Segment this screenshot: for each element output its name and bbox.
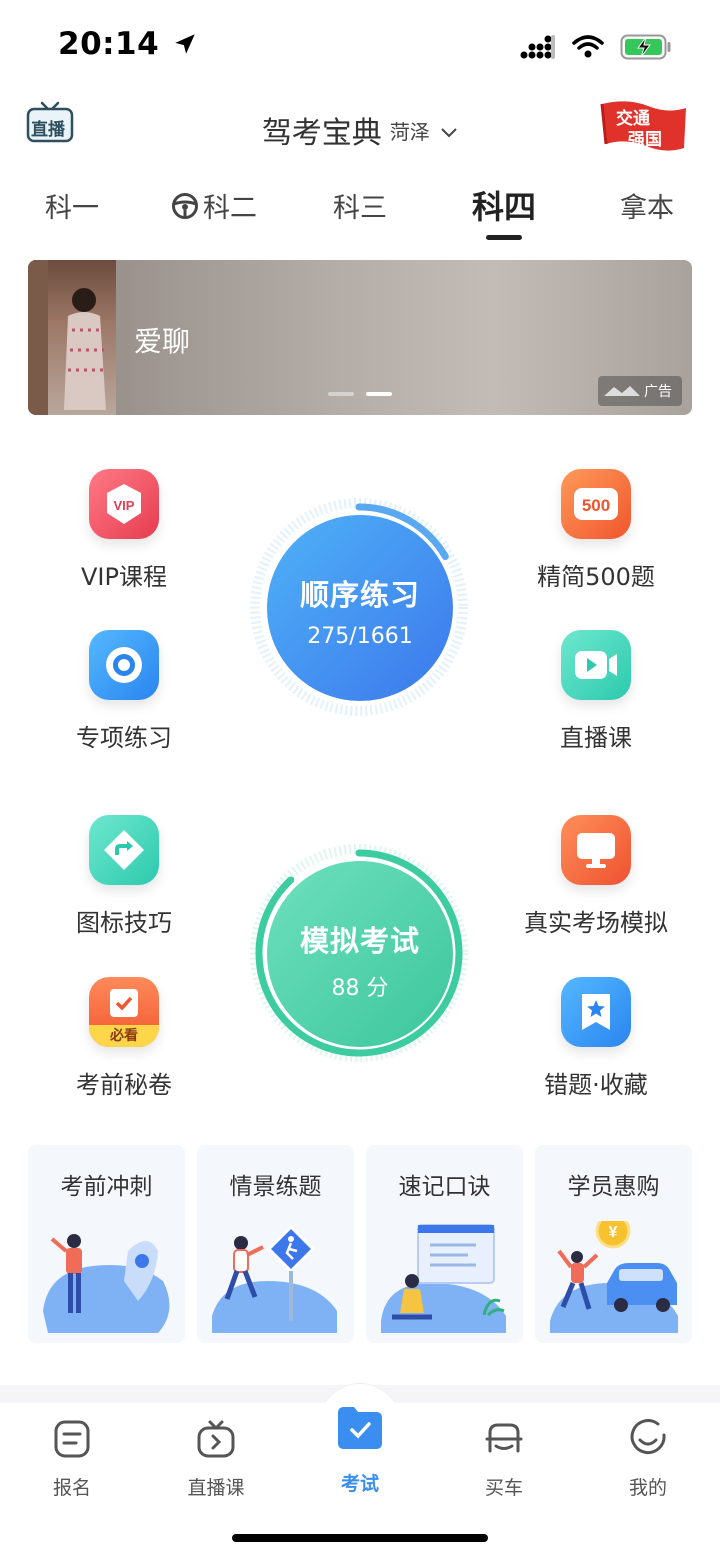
nav-label: 直播课	[187, 1477, 245, 1499]
car-coin-illustration: ¥	[550, 1221, 678, 1333]
vip-badge-icon: VIP	[89, 469, 159, 539]
nav-exam[interactable]: 考试	[300, 1405, 420, 1496]
sequential-practice-progress: 275/1661	[307, 624, 413, 649]
sign-tips-button[interactable]: 图标技巧	[29, 815, 219, 938]
sign-tips-label: 图标技巧	[76, 909, 172, 937]
nav-label: 考试	[340, 1473, 379, 1495]
pagination-dot	[328, 392, 354, 396]
pre-exam-secret-button[interactable]: 必看 考前秘卷	[29, 977, 219, 1100]
battery-charging-icon	[620, 34, 671, 60]
tab-subject-four[interactable]: 科四	[472, 182, 536, 228]
pedestrian-sign-illustration	[212, 1224, 337, 1333]
turn-sign-icon	[89, 815, 159, 885]
tab-subject-two[interactable]: 科二	[171, 186, 257, 225]
sequential-practice-title: 顺序练习	[299, 578, 420, 612]
banner-pagination	[328, 392, 392, 396]
ad-banner[interactable]: 爱聊 广告	[28, 260, 692, 415]
board-illustration	[381, 1224, 506, 1333]
banner-photo	[28, 260, 116, 415]
tab-subject-one[interactable]: 科一	[45, 186, 99, 225]
smile-face-icon	[630, 1419, 666, 1455]
nav-label: 我的	[628, 1477, 667, 1499]
card-scenario-practice[interactable]: 情景练题	[197, 1145, 354, 1343]
svg-text:500: 500	[582, 496, 610, 515]
city-selector[interactable]: 菏泽	[390, 120, 458, 144]
ad-logo-icon	[604, 386, 640, 396]
tv-play-icon	[197, 1420, 235, 1458]
mock-exam-title: 模拟考试	[299, 924, 420, 958]
500-badge-icon: 500	[561, 469, 631, 539]
video-camera-icon	[561, 630, 631, 700]
card-pre-exam-sprint[interactable]: 考前冲刺	[28, 1145, 185, 1343]
chevron-down-icon	[441, 128, 457, 138]
vip-course-label: VIP课程	[81, 563, 167, 591]
nav-label: 报名	[52, 1477, 91, 1499]
target-icon	[89, 630, 159, 700]
card-title: 考前冲刺	[60, 1174, 153, 1200]
nav-live-course[interactable]: 直播课	[156, 1419, 276, 1500]
special-practice-button[interactable]: 专项练习	[29, 630, 219, 753]
live-course-button[interactable]: 直播课	[501, 630, 691, 753]
status-indicators	[520, 30, 672, 64]
vip-course-button[interactable]: VIP VIP课程	[29, 469, 219, 592]
svg-text:VIP: VIP	[114, 498, 135, 513]
tab-active-indicator	[486, 235, 522, 240]
steering-wheel-icon	[172, 192, 198, 219]
monitor-icon	[561, 815, 631, 885]
app-name: 驾考宝典	[261, 116, 382, 151]
traffic-power-badge[interactable]: 交通 强国	[598, 98, 690, 158]
flag-text-line2: 强国	[628, 130, 662, 150]
subject-tabs: 科一 科二 科三 科四 拿本	[0, 178, 720, 248]
pagination-dot-active	[366, 392, 392, 396]
special-practice-label: 专项练习	[76, 724, 172, 752]
cellular-signal-icon	[520, 35, 555, 59]
real-exam-sim-button[interactable]: 真实考场模拟	[501, 815, 691, 938]
card-mnemonics[interactable]: 速记口诀	[366, 1145, 523, 1343]
nav-buy-car[interactable]: 买车	[444, 1419, 564, 1500]
form-icon	[54, 1420, 90, 1458]
simplified-500-label: 精简500题	[537, 563, 655, 591]
banner-title: 爱聊	[134, 325, 191, 358]
card-title: 学员惠购	[567, 1174, 660, 1200]
home-indicator	[232, 1534, 488, 1542]
mock-exam-score: 88 分	[331, 976, 389, 1001]
simplified-500-button[interactable]: 500 精简500题	[501, 469, 691, 592]
nav-label: 买车	[484, 1477, 523, 1499]
real-exam-sim-label: 真实考场模拟	[524, 909, 668, 937]
pre-exam-secret-label: 考前秘卷	[76, 1071, 172, 1099]
must-see-badge: 必看	[89, 1025, 159, 1047]
bookmark-star-icon	[561, 977, 631, 1047]
location-arrow-icon	[175, 34, 196, 54]
checklist-icon: 必看	[89, 977, 159, 1047]
nav-me[interactable]: 我的	[588, 1419, 708, 1500]
mistakes-favorites-button[interactable]: 错题·收藏	[501, 977, 691, 1100]
mock-exam-button[interactable]: 模拟考试 88 分	[267, 861, 453, 1047]
folder-check-icon	[338, 1407, 382, 1449]
card-student-deals[interactable]: 学员惠购 ¥	[535, 1145, 692, 1343]
car-front-icon	[485, 1423, 523, 1453]
status-time: 20:14	[58, 26, 198, 62]
ad-label: 广告	[598, 376, 682, 406]
tab-get-license[interactable]: 拿本	[620, 186, 674, 225]
card-title: 情景练题	[229, 1174, 322, 1200]
sequential-practice-button[interactable]: 顺序练习 275/1661	[267, 515, 453, 701]
nav-signup[interactable]: 报名	[12, 1419, 132, 1500]
mistakes-favorites-label: 错题·收藏	[544, 1071, 648, 1099]
rocket-illustration	[43, 1234, 170, 1333]
wifi-icon	[572, 35, 604, 58]
live-course-label: 直播课	[560, 724, 632, 752]
tab-subject-three[interactable]: 科三	[333, 186, 387, 225]
card-title: 速记口诀	[398, 1174, 491, 1200]
svg-text:¥: ¥	[609, 1224, 618, 1241]
